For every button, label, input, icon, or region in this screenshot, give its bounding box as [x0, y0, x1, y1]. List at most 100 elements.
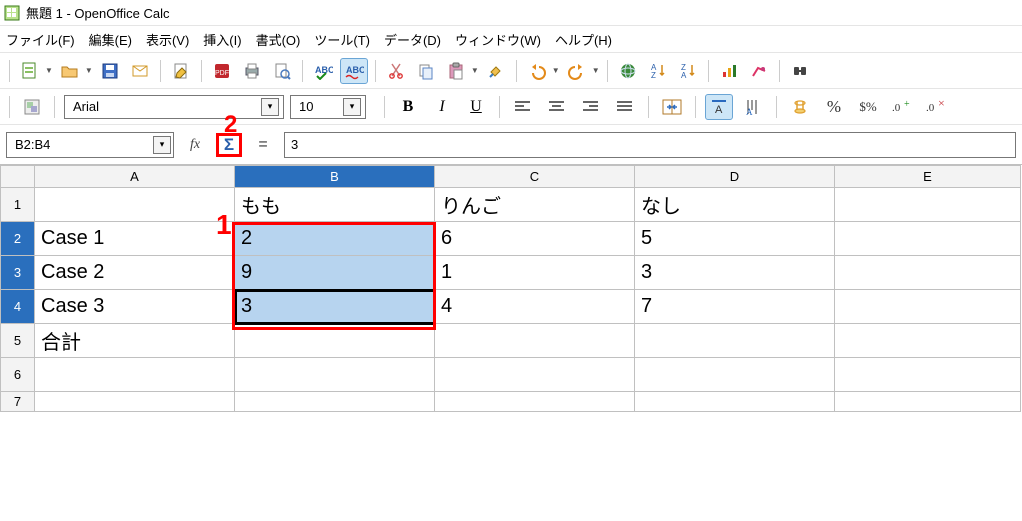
- cell-D5[interactable]: [635, 324, 835, 358]
- percent-button[interactable]: %: [820, 94, 848, 120]
- col-header-C[interactable]: C: [435, 166, 635, 188]
- align-right-icon[interactable]: [577, 94, 605, 120]
- cell-D6[interactable]: [635, 358, 835, 392]
- cell-B3[interactable]: 9: [235, 256, 435, 290]
- align-middle-icon[interactable]: A: [739, 94, 767, 120]
- styles-icon[interactable]: [19, 94, 45, 120]
- menu-edit[interactable]: 編集(E): [89, 30, 132, 49]
- col-header-D[interactable]: D: [635, 166, 835, 188]
- open-dropdown[interactable]: ▼: [85, 66, 93, 75]
- col-header-B[interactable]: B: [235, 166, 435, 188]
- spreadsheet-grid[interactable]: 1 A B C D E 1 もも りんご なし: [0, 164, 1022, 412]
- cell-A5[interactable]: 合計: [35, 324, 235, 358]
- paste-icon[interactable]: [443, 58, 469, 84]
- cell-D3[interactable]: 3: [635, 256, 835, 290]
- underline-button[interactable]: U: [462, 94, 490, 120]
- align-top-icon[interactable]: A: [705, 94, 733, 120]
- new-doc-icon[interactable]: [17, 58, 43, 84]
- sort-desc-icon[interactable]: ZA: [675, 58, 701, 84]
- cell-A2[interactable]: Case 1: [35, 222, 235, 256]
- sort-asc-icon[interactable]: AZ: [645, 58, 671, 84]
- cell-E1[interactable]: [835, 188, 1021, 222]
- menu-window[interactable]: ウィンドウ(W): [455, 30, 541, 49]
- row-header-3[interactable]: 3: [1, 256, 35, 290]
- cell-E4[interactable]: [835, 290, 1021, 324]
- cell-A3[interactable]: Case 2: [35, 256, 235, 290]
- row-header-7[interactable]: 7: [1, 392, 35, 412]
- cell-B4[interactable]: 3: [235, 290, 435, 324]
- cell-B5[interactable]: [235, 324, 435, 358]
- name-box[interactable]: B2:B4 ▾: [6, 132, 174, 158]
- function-wizard-button[interactable]: fx: [182, 133, 208, 157]
- cell-C5[interactable]: [435, 324, 635, 358]
- italic-button[interactable]: I: [428, 94, 456, 120]
- col-header-A[interactable]: A: [35, 166, 235, 188]
- menu-view[interactable]: 表示(V): [146, 30, 189, 49]
- cell-E7[interactable]: [835, 392, 1021, 412]
- paste-dropdown[interactable]: ▼: [471, 66, 479, 75]
- open-icon[interactable]: [57, 58, 83, 84]
- cell-B6[interactable]: [235, 358, 435, 392]
- row-header-6[interactable]: 6: [1, 358, 35, 392]
- chevron-down-icon[interactable]: ▾: [261, 98, 279, 116]
- copy-icon[interactable]: [413, 58, 439, 84]
- menu-data[interactable]: データ(D): [384, 30, 441, 49]
- format-paintbrush-icon[interactable]: [483, 58, 509, 84]
- chart-icon[interactable]: [716, 58, 742, 84]
- pdf-icon[interactable]: PDF: [209, 58, 235, 84]
- chevron-down-icon[interactable]: ▾: [153, 136, 171, 154]
- edit-doc-icon[interactable]: [168, 58, 194, 84]
- spellcheck-icon[interactable]: ABC: [310, 58, 336, 84]
- cell-E3[interactable]: [835, 256, 1021, 290]
- chevron-down-icon[interactable]: ▾: [343, 98, 361, 116]
- font-size-combo[interactable]: 10 ▾: [290, 95, 366, 119]
- col-header-E[interactable]: E: [835, 166, 1021, 188]
- equals-button[interactable]: =: [250, 133, 276, 157]
- email-icon[interactable]: [127, 58, 153, 84]
- auto-spellcheck-icon[interactable]: ABC: [340, 58, 368, 84]
- cell-A4[interactable]: Case 3: [35, 290, 235, 324]
- show-draw-icon[interactable]: [746, 58, 772, 84]
- new-doc-dropdown[interactable]: ▼: [45, 66, 53, 75]
- cell-C4[interactable]: 4: [435, 290, 635, 324]
- save-icon[interactable]: [97, 58, 123, 84]
- row-header-5[interactable]: 5: [1, 324, 35, 358]
- menu-tools[interactable]: ツール(T): [314, 30, 370, 49]
- select-all-corner[interactable]: [1, 166, 35, 188]
- row-header-2[interactable]: 2: [1, 222, 35, 256]
- row-header-4[interactable]: 4: [1, 290, 35, 324]
- cell-D4[interactable]: 7: [635, 290, 835, 324]
- cell-E2[interactable]: [835, 222, 1021, 256]
- cell-D1[interactable]: なし: [635, 188, 835, 222]
- cell-C1[interactable]: りんご: [435, 188, 635, 222]
- menu-file[interactable]: ファイル(F): [6, 30, 75, 49]
- add-decimal-icon[interactable]: .0+: [888, 94, 916, 120]
- find-icon[interactable]: [787, 58, 813, 84]
- redo-dropdown[interactable]: ▼: [592, 66, 600, 75]
- menu-format[interactable]: 書式(O): [256, 30, 301, 49]
- cell-C3[interactable]: 1: [435, 256, 635, 290]
- print-icon[interactable]: [239, 58, 265, 84]
- merge-cells-icon[interactable]: [658, 94, 686, 120]
- currency-icon[interactable]: [786, 94, 814, 120]
- hyperlink-icon[interactable]: [615, 58, 641, 84]
- cell-E5[interactable]: [835, 324, 1021, 358]
- cell-D7[interactable]: [635, 392, 835, 412]
- cut-icon[interactable]: [383, 58, 409, 84]
- cell-B1[interactable]: もも: [235, 188, 435, 222]
- bold-button[interactable]: B: [394, 94, 422, 120]
- cell-C6[interactable]: [435, 358, 635, 392]
- cell-E6[interactable]: [835, 358, 1021, 392]
- cell-A7[interactable]: [35, 392, 235, 412]
- align-center-icon[interactable]: [543, 94, 571, 120]
- undo-icon[interactable]: [524, 58, 550, 84]
- cell-B2[interactable]: 2: [235, 222, 435, 256]
- formula-input[interactable]: 3: [284, 132, 1016, 158]
- print-preview-icon[interactable]: [269, 58, 295, 84]
- redo-icon[interactable]: [564, 58, 590, 84]
- cell-A1[interactable]: [35, 188, 235, 222]
- cell-D2[interactable]: 5: [635, 222, 835, 256]
- remove-decimal-icon[interactable]: .0×: [922, 94, 950, 120]
- cell-A6[interactable]: [35, 358, 235, 392]
- menu-help[interactable]: ヘルプ(H): [555, 30, 612, 49]
